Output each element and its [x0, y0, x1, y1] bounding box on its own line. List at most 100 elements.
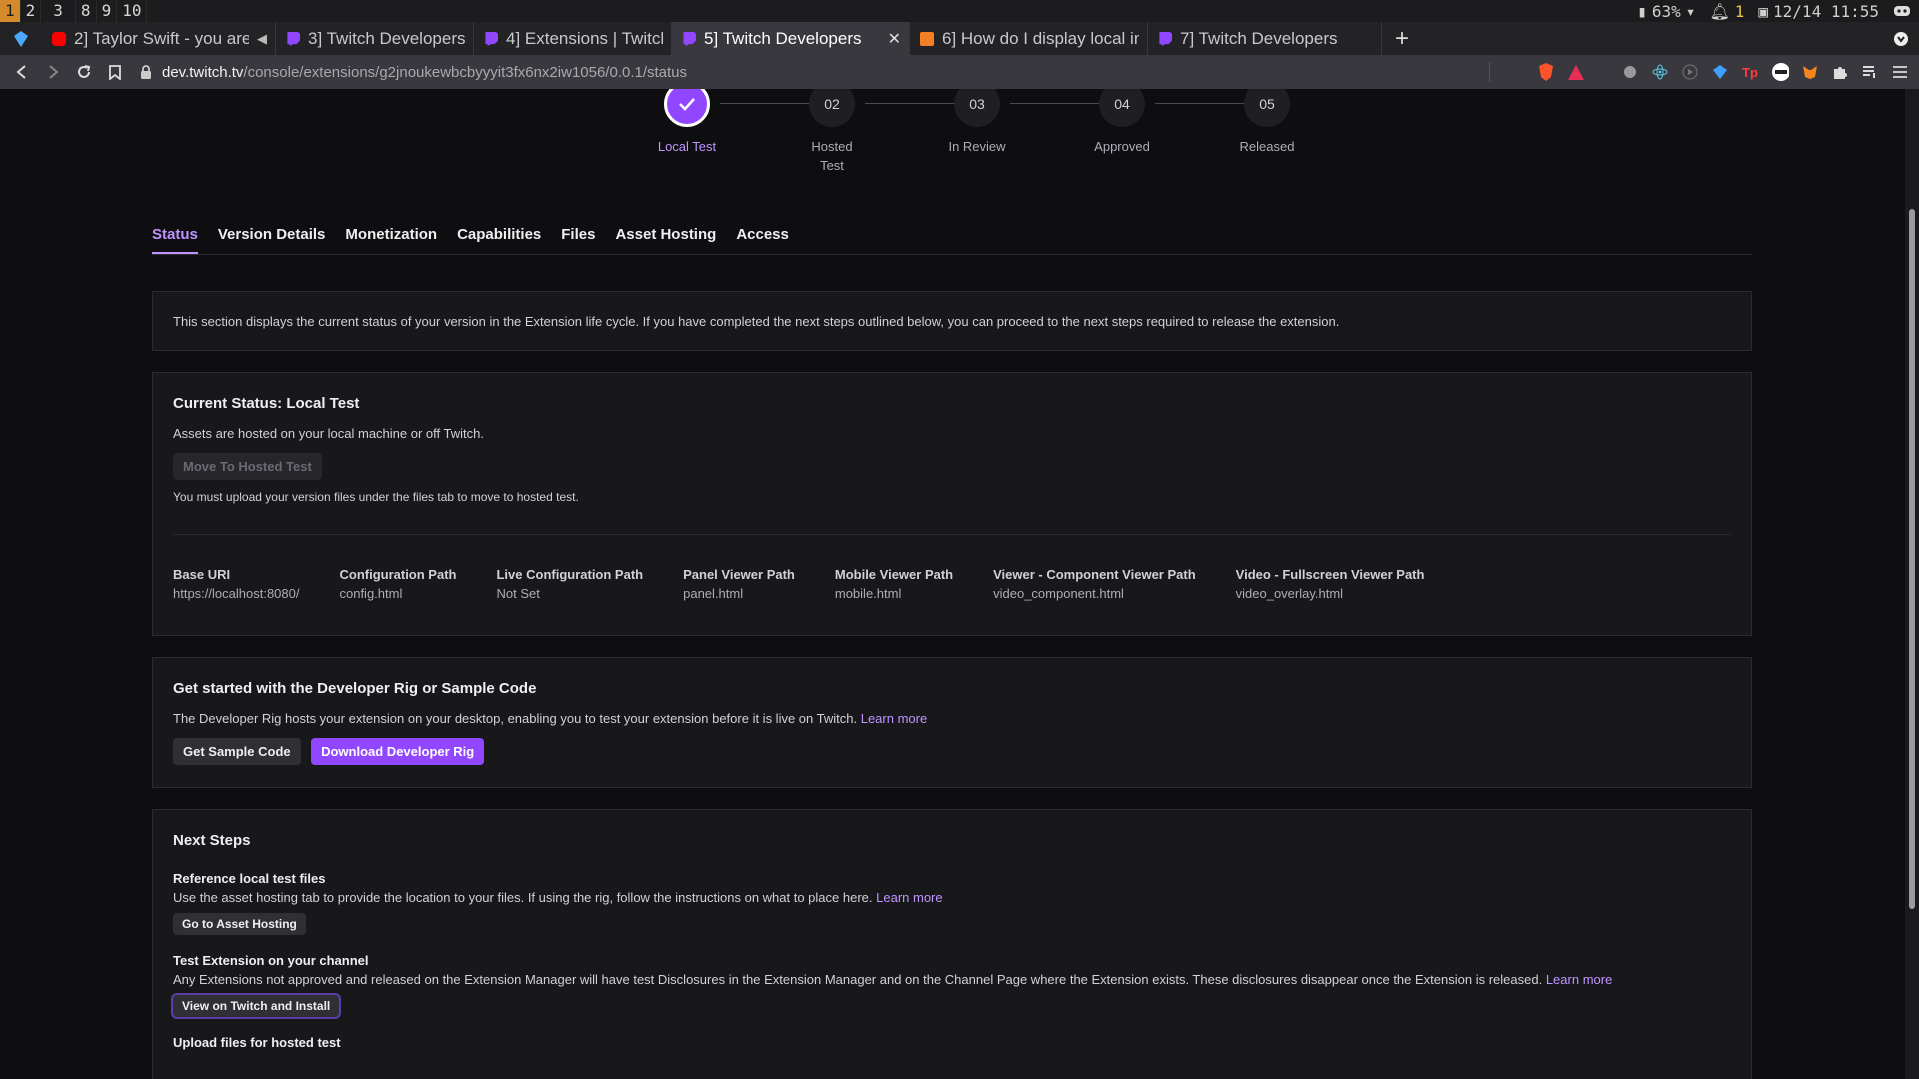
- address-bar[interactable]: dev.twitch.tv/console/extensions/g2jnouk…: [140, 55, 1490, 89]
- step-number: 02: [809, 89, 855, 127]
- discord-tray-icon[interactable]: [1893, 4, 1911, 18]
- path-configuration: Configuration Path config.html: [339, 567, 456, 601]
- path-key: Live Configuration Path: [496, 567, 644, 582]
- step-test-on-channel: Test Extension on your channel Any Exten…: [173, 953, 1731, 1017]
- path-value: https://localhost:8080/: [173, 586, 300, 601]
- url-path: /console/extensions/g2jnoukewbcbyyyit3fx…: [243, 63, 688, 81]
- learn-more-link[interactable]: Learn more: [1546, 972, 1612, 987]
- go-to-asset-hosting-button[interactable]: Go to Asset Hosting: [173, 913, 306, 935]
- clock[interactable]: ▣ 12/14 11:55: [1758, 2, 1879, 21]
- step-approved: 04 Approved: [1062, 89, 1182, 156]
- view-on-twitch-and-install-button[interactable]: View on Twitch and Install: [173, 995, 340, 1017]
- workspace-9[interactable]: 9: [97, 0, 118, 22]
- brave-rewards-icon[interactable]: [1567, 63, 1585, 81]
- status-note: You must upload your version files under…: [173, 490, 579, 504]
- brave-talk-icon[interactable]: [0, 22, 42, 55]
- react-devtools-icon[interactable]: [1651, 63, 1669, 81]
- move-to-hosted-test-button[interactable]: Move To Hosted Test: [173, 453, 322, 480]
- metamask-icon[interactable]: [1801, 63, 1819, 81]
- rig-title: Get started with the Developer Rig or Sa…: [173, 680, 537, 697]
- step-label: In Review: [948, 139, 1006, 154]
- tab-version-details[interactable]: Version Details: [218, 224, 326, 254]
- status-description: Assets are hosted on your local machine …: [173, 426, 484, 441]
- step-released: 05 Released: [1207, 89, 1327, 156]
- path-panel-viewer: Panel Viewer Path panel.html: [683, 567, 795, 601]
- path-value: mobile.html: [834, 586, 902, 601]
- download-developer-rig-button[interactable]: Download Developer Rig: [311, 738, 485, 765]
- tab-twitch-developers-3[interactable]: 3] Twitch Developers: [276, 22, 474, 55]
- battery-level: 63%: [1651, 1, 1681, 21]
- path-fullscreen-viewer: Video - Fullscreen Viewer Path video_over…: [1236, 567, 1425, 601]
- bookmark-button[interactable]: [99, 55, 130, 89]
- tab-twitch-developers-5[interactable]: 5] Twitch Developers ✕: [672, 22, 910, 55]
- step-label: Local Test: [657, 139, 717, 154]
- gem-icon[interactable]: [1711, 63, 1729, 81]
- rig-description: The Developer Rig hosts your extension o…: [173, 711, 1731, 726]
- tab-how-do-i-display[interactable]: 6] How do I display local in: [910, 22, 1148, 55]
- workspace-3[interactable]: 3: [41, 0, 76, 22]
- window-manager-bar: 1 2 3 8 9 10 ▮ 63% ▾ 🔔︎ 1 ▣ 12/14 11:55: [0, 0, 1919, 22]
- twitch-icon: [1159, 31, 1172, 46]
- notifications-indicator[interactable]: 🔔︎ 1: [1709, 2, 1744, 21]
- workspace-2[interactable]: 2: [21, 0, 42, 22]
- tab-files[interactable]: Files: [561, 224, 595, 254]
- hamburger-menu-icon[interactable]: [1891, 63, 1909, 81]
- tab-access[interactable]: Access: [736, 224, 789, 254]
- step-local-test: Local Test: [627, 89, 747, 156]
- tab-monetization[interactable]: Monetization: [345, 224, 437, 254]
- speaker-icon[interactable]: ◀︎: [257, 31, 267, 47]
- next-steps-card: Next Steps Reference local test files Us…: [152, 809, 1752, 1079]
- step-hosted-test: 02 Hosted Test: [772, 89, 892, 175]
- battery-indicator[interactable]: ▮ 63% ▾: [1637, 2, 1695, 21]
- get-sample-code-button[interactable]: Get Sample Code: [173, 738, 301, 765]
- reload-button[interactable]: [68, 55, 99, 89]
- tab-twitch-developers-7[interactable]: 7] Twitch Developers: [1148, 22, 1382, 55]
- extension-tp-icon[interactable]: Tp: [1741, 63, 1759, 81]
- workspace-switcher: 1 2 3 8 9 10: [0, 0, 148, 22]
- tab-title: 5] Twitch Developers: [704, 28, 862, 48]
- next-step-text: Use the asset hosting tab to provide the…: [173, 890, 1731, 905]
- workspace-1[interactable]: 1: [0, 0, 21, 22]
- step-in-review: 03 In Review: [917, 89, 1037, 156]
- close-icon[interactable]: ✕: [888, 29, 901, 49]
- tab-capabilities[interactable]: Capabilities: [457, 224, 541, 254]
- step-number: 05: [1244, 89, 1290, 127]
- tab-extensions-twitch-dev[interactable]: 4] Extensions | Twitch Dev: [474, 22, 672, 55]
- forward-button[interactable]: [37, 55, 68, 89]
- step-label: Hosted Test: [811, 139, 853, 173]
- rig-learn-more-link[interactable]: Learn more: [861, 711, 927, 726]
- path-mobile-viewer: Mobile Viewer Path mobile.html: [835, 567, 953, 601]
- extension-play-icon[interactable]: [1681, 63, 1699, 81]
- workspace-10[interactable]: 10: [117, 0, 148, 22]
- brave-shields-icon[interactable]: [1537, 63, 1555, 81]
- reload-icon: [77, 65, 90, 78]
- path-key: Panel Viewer Path: [683, 567, 795, 582]
- next-step-title: Test Extension on your channel: [173, 953, 369, 968]
- intro-card: This section displays the current status…: [152, 291, 1752, 351]
- extension-gray-icon[interactable]: [1621, 63, 1639, 81]
- path-live-configuration: Live Configuration Path Not Set: [496, 567, 643, 601]
- tab-taylor-swift[interactable]: 2] Taylor Swift - you are ◀︎: [42, 22, 276, 55]
- notification-count: 1: [1734, 1, 1745, 21]
- new-tab-button[interactable]: +: [1382, 22, 1422, 55]
- tab-title: 4] Extensions | Twitch Dev: [506, 28, 663, 48]
- profile-avatar-icon[interactable]: [1771, 63, 1789, 81]
- check-icon: [664, 89, 710, 127]
- learn-more-link[interactable]: Learn more: [876, 890, 942, 905]
- playlist-icon[interactable]: [1861, 63, 1879, 81]
- tab-search-button[interactable]: [1883, 22, 1919, 55]
- workspace-8[interactable]: 8: [76, 0, 97, 22]
- back-button[interactable]: [6, 55, 37, 89]
- page-scrollbar[interactable]: [1905, 89, 1919, 1079]
- tab-title: 7] Twitch Developers: [1180, 28, 1338, 48]
- scrollbar-thumb[interactable]: [1909, 209, 1915, 909]
- next-steps-title: Next Steps: [173, 832, 251, 849]
- twitch-icon: [287, 31, 300, 46]
- path-key: Base URI: [173, 567, 231, 582]
- version-tabs: Status Version Details Monetization Capa…: [152, 224, 1752, 255]
- tab-status[interactable]: Status: [152, 224, 198, 254]
- tab-asset-hosting[interactable]: Asset Hosting: [615, 224, 716, 254]
- divider: [1489, 62, 1490, 82]
- move-button-wrap: Move To Hosted Test: [173, 453, 1731, 480]
- extensions-puzzle-icon[interactable]: [1831, 63, 1849, 81]
